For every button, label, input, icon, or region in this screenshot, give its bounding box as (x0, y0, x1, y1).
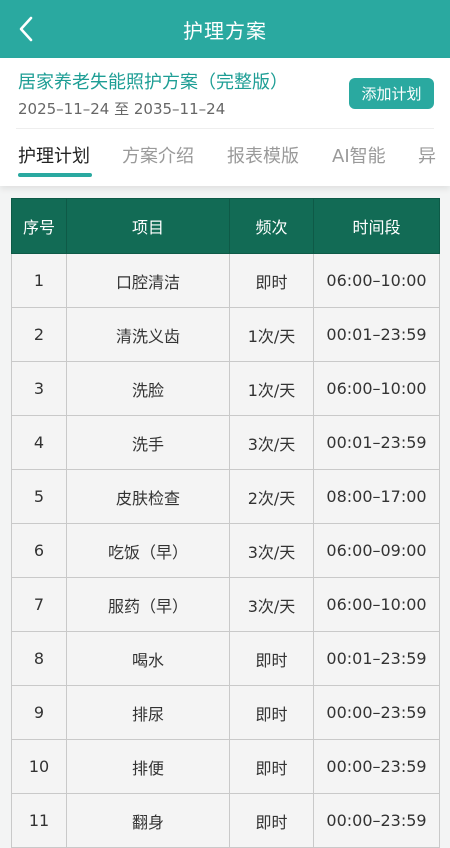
cell-time-range: 00:00–23:59 (313, 793, 440, 848)
cell-frequency: 3次/天 (229, 577, 314, 632)
table-row[interactable]: 7 服药（早） 3次/天 06:00–10:00 (11, 577, 440, 632)
cell-item: 口腔清洁 (66, 253, 230, 308)
cell-time-range: 06:00–10:00 (313, 253, 440, 308)
cell-item: 清洗义齿 (66, 307, 230, 362)
cell-frequency: 即时 (229, 253, 314, 308)
care-plan-table: 序号 项目 频次 时间段 1 口腔清洁 即时 06:00–10:00 2 清洗义… (11, 198, 440, 848)
cell-time-range: 00:00–23:59 (313, 739, 440, 794)
table-row[interactable]: 6 吃饭（早） 3次/天 06:00–09:00 (11, 523, 440, 578)
header-frequency: 频次 (229, 198, 314, 254)
cell-time-range: 06:00–09:00 (313, 523, 440, 578)
tab-report-template[interactable]: 报表模版 (227, 142, 299, 168)
cell-item: 服药（早） (66, 577, 230, 632)
cell-index: 10 (11, 739, 67, 794)
cell-time-range: 08:00–17:00 (313, 469, 440, 524)
tab-care-plan[interactable]: 护理计划 (18, 142, 90, 168)
tab-bar: 护理计划 方案介绍 报表模版 AI智能 异 (0, 136, 450, 180)
cell-frequency: 即时 (229, 631, 314, 686)
cell-item: 洗手 (66, 415, 230, 470)
active-tab-indicator (18, 173, 92, 177)
plan-date-range: 2025–11–24 至 2035–11–24 (18, 100, 226, 118)
cell-index: 6 (11, 523, 67, 578)
cell-frequency: 2次/天 (229, 469, 314, 524)
cell-time-range: 00:01–23:59 (313, 631, 440, 686)
cell-time-range: 00:00–23:59 (313, 685, 440, 740)
table-row[interactable]: 8 喝水 即时 00:01–23:59 (11, 631, 440, 686)
cell-index: 4 (11, 415, 67, 470)
plan-name: 居家养老失能照护方案（完整版） (18, 72, 288, 93)
tab-plan-intro[interactable]: 方案介绍 (122, 142, 194, 168)
divider (16, 128, 434, 129)
cell-frequency: 1次/天 (229, 307, 314, 362)
top-app-bar: 护理方案 (0, 0, 450, 58)
table-header-row: 序号 项目 频次 时间段 (11, 198, 440, 254)
table-row[interactable]: 9 排尿 即时 00:00–23:59 (11, 685, 440, 740)
table-row[interactable]: 11 翻身 即时 00:00–23:59 (11, 793, 440, 848)
cell-index: 3 (11, 361, 67, 416)
cell-frequency: 1次/天 (229, 361, 314, 416)
care-plan-table-container: 序号 项目 频次 时间段 1 口腔清洁 即时 06:00–10:00 2 清洗义… (11, 198, 440, 848)
tab-ai[interactable]: AI智能 (332, 142, 386, 168)
cell-index: 9 (11, 685, 67, 740)
back-button[interactable] (12, 14, 40, 44)
cell-time-range: 00:01–23:59 (313, 415, 440, 470)
cell-item: 翻身 (66, 793, 230, 848)
cell-time-range: 06:00–10:00 (313, 361, 440, 416)
table-row[interactable]: 1 口腔清洁 即时 06:00–10:00 (11, 253, 440, 308)
table-row[interactable]: 5 皮肤检查 2次/天 08:00–17:00 (11, 469, 440, 524)
add-plan-button[interactable]: 添加计划 (349, 78, 434, 109)
cell-frequency: 即时 (229, 739, 314, 794)
header-index: 序号 (11, 198, 67, 254)
header-time-range: 时间段 (313, 198, 440, 254)
cell-frequency: 3次/天 (229, 415, 314, 470)
table-row[interactable]: 2 清洗义齿 1次/天 00:01–23:59 (11, 307, 440, 362)
plan-header-card: 居家养老失能照护方案（完整版） 2025–11–24 至 2035–11–24 … (0, 58, 450, 186)
table-row[interactable]: 4 洗手 3次/天 00:01–23:59 (11, 415, 440, 470)
cell-index: 8 (11, 631, 67, 686)
table-row[interactable]: 10 排便 即时 00:00–23:59 (11, 739, 440, 794)
cell-index: 7 (11, 577, 67, 632)
chevron-left-icon (19, 16, 33, 42)
tab-more[interactable]: 异 (418, 142, 436, 168)
cell-frequency: 即时 (229, 793, 314, 848)
cell-item: 喝水 (66, 631, 230, 686)
cell-time-range: 06:00–10:00 (313, 577, 440, 632)
page-title: 护理方案 (183, 18, 267, 43)
cell-index: 5 (11, 469, 67, 524)
cell-item: 吃饭（早） (66, 523, 230, 578)
cell-time-range: 00:01–23:59 (313, 307, 440, 362)
cell-item: 排尿 (66, 685, 230, 740)
cell-item: 洗脸 (66, 361, 230, 416)
table-row[interactable]: 3 洗脸 1次/天 06:00–10:00 (11, 361, 440, 416)
cell-index: 11 (11, 793, 67, 848)
cell-index: 2 (11, 307, 67, 362)
cell-item: 排便 (66, 739, 230, 794)
cell-index: 1 (11, 253, 67, 308)
header-item: 项目 (66, 198, 230, 254)
cell-frequency: 即时 (229, 685, 314, 740)
cell-item: 皮肤检查 (66, 469, 230, 524)
cell-frequency: 3次/天 (229, 523, 314, 578)
